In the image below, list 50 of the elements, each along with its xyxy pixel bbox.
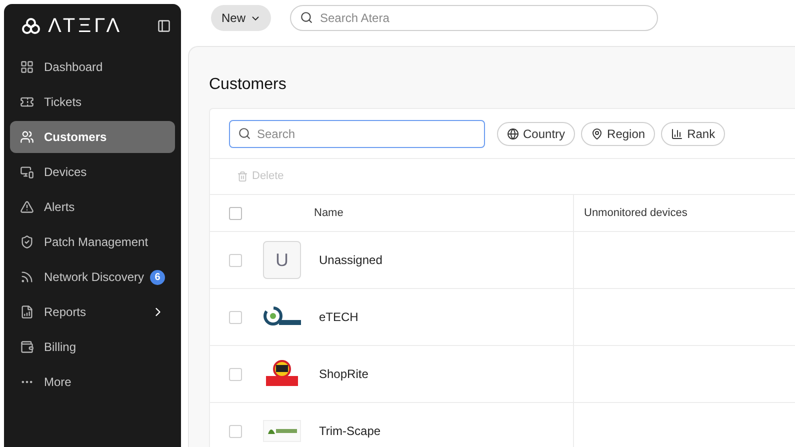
nav-item[interactable]: Devices (10, 156, 175, 188)
count-badge: 6 (150, 270, 165, 284)
customer-search-field[interactable]: Search (229, 120, 485, 148)
brand-logo-text: ΛΤΞΓΛ (48, 16, 123, 36)
filter-chip[interactable]: Rank (661, 122, 726, 146)
nav-item[interactable]: Tickets (10, 86, 175, 118)
shield-check-icon (20, 235, 34, 249)
customer-name[interactable]: ShopRite (319, 365, 368, 383)
company-logo-icon (263, 420, 301, 442)
trash-icon (237, 171, 248, 182)
search-icon (300, 11, 313, 24)
logo-icon (22, 18, 40, 34)
globe-icon (507, 128, 519, 140)
search-icon (238, 126, 251, 140)
row-checkbox[interactable] (229, 368, 242, 380)
nav-item[interactable]: Alerts (10, 191, 175, 223)
collapse-sidebar-icon[interactable] (157, 19, 171, 33)
nav-item[interactable]: More (10, 366, 175, 398)
warning-icon (20, 200, 34, 214)
column-header: Unmonitored devices (584, 206, 688, 221)
nav-item[interactable]: Dashboard (10, 51, 175, 83)
customer-name[interactable]: eTECH (319, 308, 358, 326)
nav-item[interactable]: Patch Management (10, 226, 175, 258)
map-pin-icon (591, 128, 604, 140)
nav-item[interactable]: Customers (10, 121, 175, 153)
wallet-icon (20, 340, 34, 354)
select-all-checkbox[interactable] (229, 206, 242, 220)
filter-chip[interactable]: Region (581, 122, 656, 146)
customer-name[interactable]: Unassigned (319, 251, 382, 269)
column-header: Name (314, 206, 344, 221)
bar-chart-icon (671, 128, 684, 140)
customer-name[interactable]: Trim-Scape (319, 422, 381, 440)
company-logo-icon (264, 360, 300, 388)
nav-item[interactable]: Billing (10, 331, 175, 363)
signal-icon (20, 270, 34, 284)
page-title: Customers (209, 75, 288, 95)
new-button[interactable]: New (211, 5, 271, 31)
filter-chip[interactable]: Country (497, 122, 576, 146)
monitor-icon (20, 165, 34, 179)
users-icon (20, 130, 34, 144)
grid-icon (20, 60, 34, 74)
nav-item[interactable]: Reports (10, 296, 175, 328)
ticket-icon (20, 95, 34, 109)
row-checkbox[interactable] (229, 254, 242, 266)
global-search-field[interactable]: Search Atera (290, 5, 658, 31)
row-checkbox[interactable] (229, 424, 242, 438)
nav-item[interactable]: Network Discovery 6 (10, 261, 175, 293)
avatar-initial: U (263, 241, 301, 279)
row-checkbox[interactable] (229, 310, 242, 324)
report-icon (20, 305, 34, 319)
